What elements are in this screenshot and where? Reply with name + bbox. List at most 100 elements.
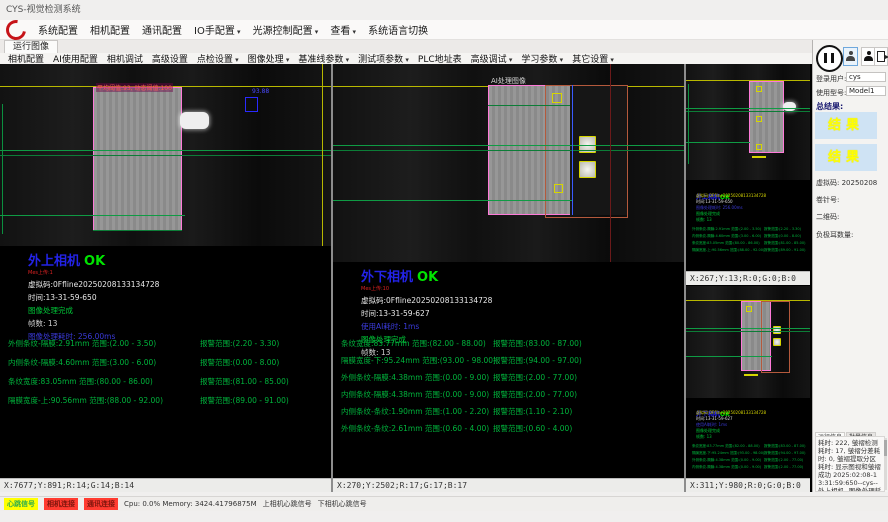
green-measure-line — [686, 108, 810, 109]
person-icon — [846, 51, 855, 61]
mes-status: Mes上传:1 — [28, 269, 105, 276]
process-done-line: 图像处理完成 — [696, 211, 720, 216]
log-scrollbar[interactable] — [884, 438, 887, 490]
right-coord-readout: X:270;Y:2502;R:17;G:17;B:17 — [333, 478, 684, 492]
measure-row-alarm: 报警范围:(2.00 - 77.00) — [493, 389, 577, 400]
measure-row-text: 条纹宽度:83.77mm 范围:(82.00 - 88.00) — [692, 444, 760, 449]
menu-comm-config[interactable]: 通讯配置 — [142, 22, 182, 37]
measure-row-alarm: 报警范围:(81.00 - 85.00) — [200, 376, 289, 387]
yellow-marker-box — [756, 116, 762, 122]
measure-row-text: 内侧条纹-隔膜:4.38mm 范围:(0.00 - 9.00) — [692, 465, 761, 470]
measure-row-alarm: 报警范围:(0.60 - 4.00) — [493, 423, 572, 434]
left-camera-panel: 93.88 平均阈值:93, 动态阈值:100 外上相机OK Mes上传:1 虚… — [0, 64, 331, 492]
measure-row-text: 外侧条纹-隔膜:2.91mm 范围:(2.00 - 3.50) — [8, 338, 156, 349]
toolbar: 相机配置 AI使用配置 相机调试 高级设置 点检设置 图像处理 基准线参数 测试… — [0, 53, 812, 64]
menu-view[interactable]: 查看 — [330, 22, 356, 37]
status-bar: 心跳信号 相机连接 通讯连接 Cpu: 0.0% Memory: 3424.41… — [0, 496, 888, 511]
person-dark-icon — [864, 51, 873, 61]
frames-line: 帧数: 13 — [28, 318, 57, 329]
comm-connect-badge: 通讯连接 — [84, 498, 118, 510]
tab-connector-blob — [783, 102, 796, 111]
right-sidebar: 登录用户: 使用型号: 总结果: 结果 结果 虚拟码: 20250208 卷针号… — [812, 40, 888, 492]
process-time-line: 图像处理耗时: 256.00ms — [696, 205, 743, 210]
yellow-marker-box — [746, 306, 752, 312]
green-measure-line — [333, 145, 684, 146]
measure-row-text: 隔膜宽度-上:90.56mm 范围:(88.00 - 92.00) — [8, 395, 163, 406]
qr-code-label: 二维码: — [816, 212, 839, 222]
menu-bar: 系统配置 相机配置 通讯配置 IO手配置 光源控制配置 查看 系统语言切换 — [0, 20, 888, 40]
right-camera-image[interactable]: AI处理图像 — [333, 64, 684, 262]
right-result-title: 外下相机OK Mes上传:10 — [361, 266, 438, 292]
total-result-label: 总结果: — [816, 101, 843, 112]
measure-row-text: 外侧条纹-条纹:2.61mm 范围:(0.60 - 4.00) — [341, 423, 489, 434]
menu-system-config[interactable]: 系统配置 — [38, 22, 78, 37]
measure-row-text: 条纹宽度:83.77mm 范围:(82.00 - 88.00) — [341, 338, 486, 349]
logout-button[interactable] — [874, 47, 888, 66]
green-measure-line — [686, 328, 810, 329]
barcode-line: 虚拟码:0Ffline20250208133134728 — [361, 295, 492, 306]
thumb-bottom-image[interactable] — [686, 286, 810, 398]
time-line: 时间:13-31-59-650 — [696, 199, 733, 204]
lower-camera-heartbeat: 下相机心跳信号 — [318, 499, 367, 509]
pin-number-label: 卷针号: — [816, 195, 839, 205]
time-line: 时间:13-31-59-650 — [28, 292, 97, 303]
frames-line: 帧数: 13 — [696, 434, 712, 439]
cpu-memory-readout: Cpu: 0.0% Memory: 3424.41796875M — [124, 500, 257, 508]
login-user-field[interactable] — [846, 72, 886, 82]
cell-region — [93, 87, 182, 231]
thumbnail-column: 外上相机OK 虚拟码:0Ffline20250208133134728 时间:1… — [686, 64, 810, 492]
blue-measure-box — [245, 97, 258, 112]
thumb-top-view[interactable]: 外上相机OK 虚拟码:0Ffline20250208133134728 时间:1… — [686, 64, 810, 285]
measure-row-alarm: 报警范围:(94.00 - 97.00) — [764, 451, 805, 456]
app-window: CYS-视觉检测系统 系统配置 相机配置 通讯配置 IO手配置 光源控制配置 查… — [0, 0, 888, 522]
green-measure-line — [0, 215, 185, 216]
virtual-code-row: 虚拟码: 20250208 — [816, 178, 877, 188]
barcode-line: 虚拟码:0Ffline20250208133134728 — [696, 193, 766, 198]
pause-button[interactable] — [816, 45, 843, 72]
measure-row-alarm: 报警范围:(81.00 - 85.00) — [764, 241, 805, 246]
blue-measure-value: 93.88 — [252, 88, 269, 95]
measure-row-text: 隔膜宽度-下:95.24mm 范围:(93.00 - 98.00) — [692, 451, 764, 456]
threshold-overlay-text: 平均阈值:93, 动态阈值:100 — [96, 83, 173, 92]
virtual-code-label: 虚拟码: — [816, 179, 839, 187]
result-box-1: 结果 — [815, 112, 877, 139]
measure-row-alarm: 报警范围:(1.10 - 2.10) — [493, 406, 572, 417]
measure-row-alarm: 报警范围:(83.00 - 87.00) — [764, 444, 805, 449]
ai-time-line: 使用AI耗时: 1ms — [361, 321, 419, 332]
thumb-bottom-view[interactable]: 外下相机OK 虚拟码:0Ffline20250208133134728 时间:1… — [686, 286, 810, 492]
yellow-micro-label — [752, 156, 766, 158]
yellow-marker-box — [756, 144, 762, 150]
menu-language-switch[interactable]: 系统语言切换 — [368, 22, 428, 37]
left-camera-image[interactable]: 93.88 平均阈值:93, 动态阈值:100 — [0, 64, 331, 246]
measure-row-text: 外侧条纹-隔膜:4.38mm 范围:(0.00 - 9.00) — [692, 458, 761, 463]
measure-row-text: 条纹宽度:83.05mm 范围:(80.00 - 86.00) — [8, 376, 153, 387]
ai-detect-box — [761, 301, 790, 373]
green-measure-line — [488, 105, 570, 106]
virtual-code-value: 20250208 — [842, 179, 878, 187]
yellow-marker-box — [554, 184, 563, 193]
user-switch-button[interactable] — [843, 47, 858, 66]
model-field[interactable] — [846, 86, 886, 96]
green-guide-vline — [688, 84, 689, 164]
menu-light-config[interactable]: 光源控制配置 — [253, 22, 319, 37]
measure-row-text: 内侧条纹-隔膜:4.60mm 范围:(3.00 - 6.00) — [8, 357, 156, 368]
measure-row-alarm: 报警范围:(2.00 - 77.00) — [764, 465, 803, 470]
camera-name: 外下相机 — [361, 270, 413, 285]
measure-row-text: 内侧条纹-隔膜:4.38mm 范围:(0.00 - 9.00) — [341, 389, 489, 400]
yellow-marker-box — [552, 93, 562, 103]
blue-guide-vline — [572, 85, 573, 215]
window-title: CYS-视觉检测系统 — [6, 5, 81, 15]
menu-camera-config[interactable]: 相机配置 — [90, 22, 130, 37]
thumb-top-image[interactable] — [686, 64, 810, 180]
right-camera-panel: AI处理图像 外下相机OK Mes上传:10 虚拟码:0Ffli — [333, 64, 684, 492]
cell-region — [749, 81, 784, 153]
measure-row-alarm: 报警范围:(89.00 - 91.00) — [764, 248, 805, 253]
measure-row-alarm: 报警范围:(2.00 - 77.00) — [764, 458, 803, 463]
green-measure-line — [686, 142, 750, 143]
menu-io-config[interactable]: IO手配置 — [194, 22, 241, 37]
login-user-label: 登录用户: — [816, 74, 846, 84]
measure-row-text: 外侧条纹-隔膜:2.91mm 范围:(2.00 - 3.50) — [692, 227, 761, 232]
measure-row-alarm: 报警范围:(89.00 - 91.00) — [200, 395, 289, 406]
time-line: 时间:13-31-59-627 — [696, 416, 733, 421]
green-measure-line — [686, 356, 772, 357]
